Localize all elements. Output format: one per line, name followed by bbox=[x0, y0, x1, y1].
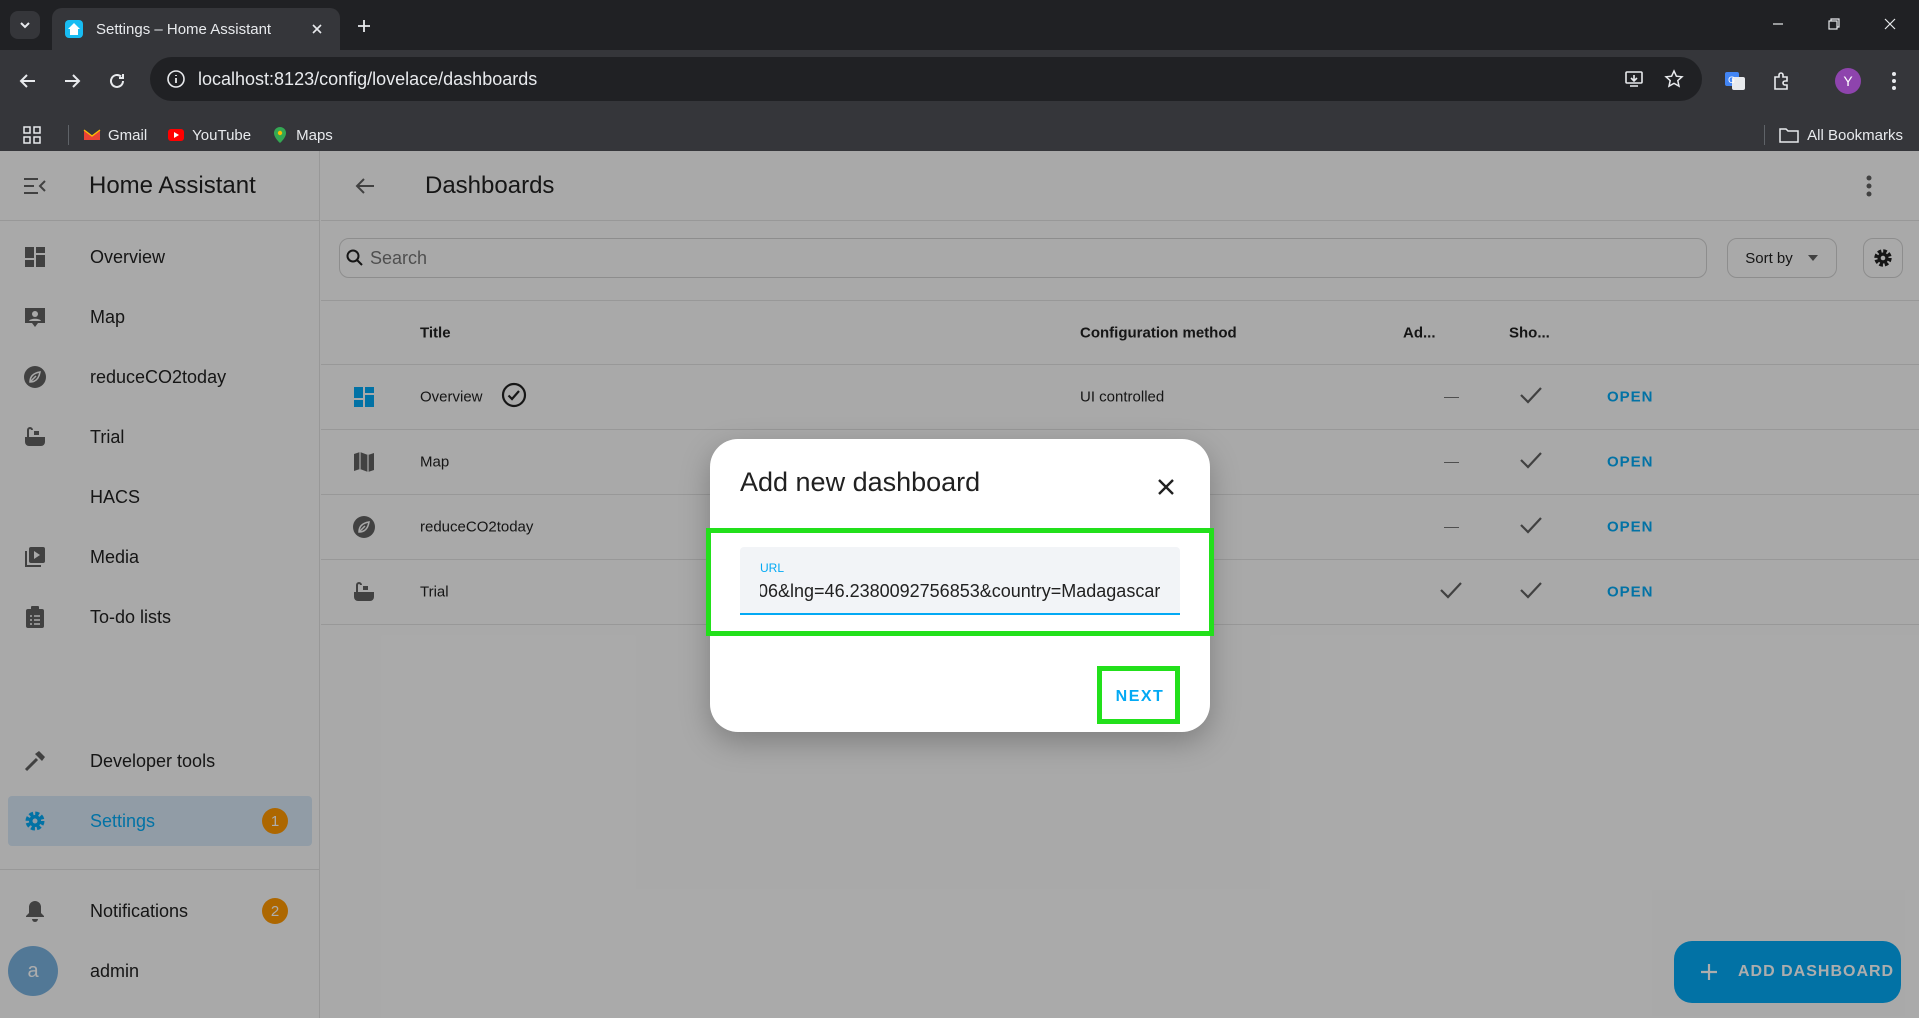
bookmark-label: Maps bbox=[296, 126, 333, 144]
arrow-right-icon bbox=[65, 74, 81, 88]
bookmarks-divider bbox=[68, 125, 69, 145]
profile-initial: Y bbox=[1835, 68, 1861, 94]
bookmark-label: Gmail bbox=[108, 126, 148, 144]
tab-search-button[interactable] bbox=[10, 11, 40, 39]
bookmark-maps[interactable]: Maps bbox=[271, 126, 333, 144]
new-tab-button[interactable] bbox=[350, 12, 378, 40]
chevron-down-icon bbox=[20, 22, 30, 29]
address-bar[interactable]: localhost:8123/config/lovelace/dashboard… bbox=[150, 57, 1702, 101]
minimize-button[interactable] bbox=[1758, 6, 1798, 42]
svg-text:G: G bbox=[1728, 76, 1735, 86]
back-button[interactable] bbox=[11, 64, 45, 98]
home-assistant-favicon-icon bbox=[65, 20, 83, 38]
google-translate-icon[interactable]: G bbox=[1718, 64, 1752, 98]
maps-pin-icon bbox=[274, 127, 287, 143]
reload-icon bbox=[110, 73, 124, 88]
browser-tab[interactable]: Settings – Home Assistant bbox=[52, 8, 340, 50]
all-bookmarks-label: All Bookmarks bbox=[1807, 126, 1903, 144]
bookmarks-divider bbox=[1764, 125, 1766, 145]
close-window-button[interactable] bbox=[1870, 6, 1910, 42]
bookmark-youtube[interactable]: YouTube bbox=[167, 126, 251, 144]
next-button-highlight bbox=[1097, 666, 1180, 724]
apps-grid-icon[interactable] bbox=[0, 126, 64, 144]
profile-avatar[interactable]: Y bbox=[1831, 64, 1865, 98]
close-icon bbox=[1158, 479, 1174, 495]
restore-icon bbox=[1828, 18, 1840, 30]
url-field-highlight bbox=[706, 528, 1214, 636]
reload-button[interactable] bbox=[100, 64, 134, 98]
install-app-icon[interactable] bbox=[1614, 59, 1654, 99]
youtube-icon bbox=[168, 129, 185, 141]
restore-button[interactable] bbox=[1814, 6, 1854, 42]
browser-menu-icon[interactable] bbox=[1877, 64, 1911, 98]
dialog-close-button[interactable] bbox=[1146, 467, 1186, 507]
tab-title: Settings – Home Assistant bbox=[96, 20, 272, 38]
plus-icon bbox=[358, 20, 370, 32]
extensions-icon[interactable] bbox=[1764, 64, 1798, 98]
browser-toolbar: localhost:8123/config/lovelace/dashboard… bbox=[0, 50, 1919, 158]
close-icon bbox=[1884, 18, 1896, 30]
browser-tabbar: Settings – Home Assistant bbox=[0, 0, 1919, 50]
folder-icon bbox=[1779, 128, 1799, 143]
bookmark-label: YouTube bbox=[192, 126, 252, 144]
arrow-left-icon bbox=[19, 74, 35, 88]
forward-button[interactable] bbox=[55, 64, 89, 98]
gmail-icon bbox=[83, 129, 101, 140]
minimize-icon bbox=[1773, 23, 1783, 25]
close-tab-icon[interactable] bbox=[306, 18, 328, 40]
site-info-icon[interactable] bbox=[154, 57, 198, 101]
bookmark-star-icon[interactable] bbox=[1654, 59, 1694, 99]
bookmark-gmail[interactable]: Gmail bbox=[83, 126, 147, 144]
url-text[interactable]: localhost:8123/config/lovelace/dashboard… bbox=[198, 69, 1614, 90]
dialog-title: Add new dashboard bbox=[740, 467, 981, 497]
